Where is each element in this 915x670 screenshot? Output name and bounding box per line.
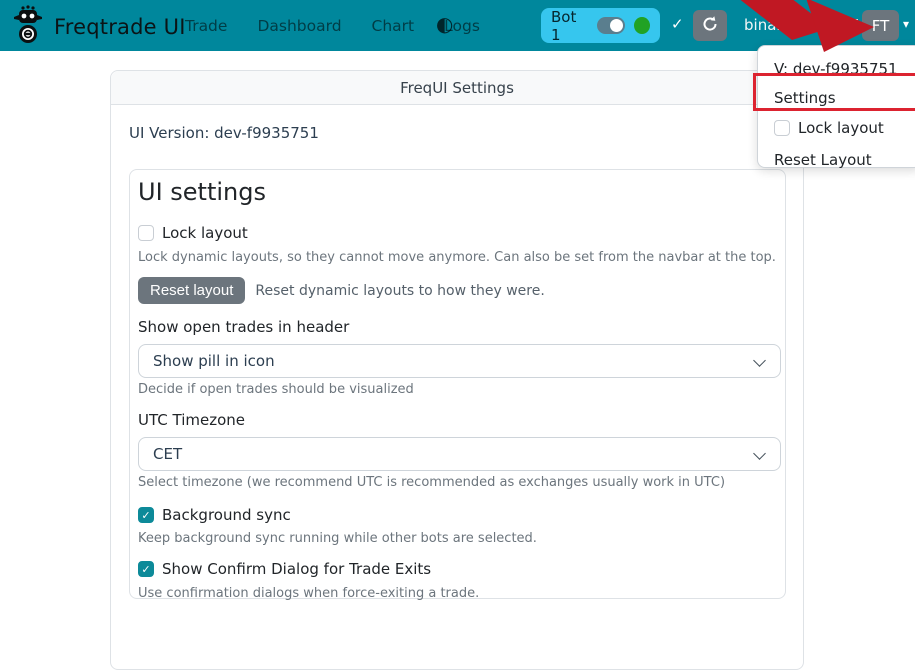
confirm-dialog-label: Show Confirm Dialog for Trade Exits — [162, 560, 431, 578]
check-icon: ✓ — [141, 510, 150, 521]
brand[interactable]: Freqtrade UI — [10, 5, 186, 49]
bot-selector[interactable]: Bot 1 — [541, 8, 660, 43]
theme-toggle-icon[interactable]: ◐ — [436, 12, 453, 36]
menu-item-version: V: dev-f9935751 — [758, 55, 915, 84]
user-avatar-button[interactable]: FT — [862, 10, 899, 41]
ui-version-label: UI Version: dev-f9935751 — [129, 124, 319, 142]
chevron-down-icon — [753, 447, 766, 460]
nav-item-dashboard[interactable]: Dashboard — [257, 17, 341, 35]
check-icon: ✓ — [141, 564, 150, 575]
reload-button[interactable] — [693, 10, 727, 41]
lock-layout-label: Lock layout — [162, 224, 248, 242]
nav-item-trade[interactable]: Trade — [185, 17, 227, 35]
open-trades-select[interactable]: Show pill in icon — [138, 344, 781, 378]
section-title: UI settings — [138, 178, 777, 206]
lock-layout-row[interactable]: ✓ Lock layout — [138, 224, 777, 242]
bot-toggle-switch[interactable] — [597, 17, 625, 34]
background-sync-row[interactable]: ✓ Background sync — [138, 506, 777, 524]
bot-name-label: Bot 1 — [551, 8, 588, 44]
toggle-knob — [610, 19, 623, 32]
timezone-select[interactable]: CET — [138, 437, 781, 471]
user-dropdown-menu: V: dev-f9935751 Settings ✓ Lock layout R… — [757, 45, 915, 168]
reset-layout-button[interactable]: Reset layout — [138, 277, 245, 304]
card-header: FreqUI Settings — [111, 71, 803, 105]
ui-settings-section: UI settings ✓ Lock layout Lock dynamic l… — [129, 169, 786, 599]
confirm-dialog-checkbox[interactable]: ✓ — [138, 561, 154, 577]
timezone-description: Select timezone (we recommend UTC is rec… — [138, 475, 777, 490]
background-sync-label: Background sync — [162, 506, 291, 524]
bot-online-indicator — [634, 17, 650, 34]
timezone-selected-value: CET — [153, 445, 182, 463]
menu-item-settings[interactable]: Settings — [758, 84, 915, 113]
brand-title: Freqtrade UI — [54, 15, 186, 39]
open-trades-selected-value: Show pill in icon — [153, 352, 275, 370]
lock-layout-menu-checkbox[interactable]: ✓ — [774, 120, 790, 136]
reset-layout-row: Reset layout Reset dynamic layouts to ho… — [138, 277, 777, 304]
background-sync-checkbox[interactable]: ✓ — [138, 507, 154, 523]
lock-layout-checkbox[interactable]: ✓ — [138, 225, 154, 241]
nav-item-chart[interactable]: Chart — [372, 17, 415, 35]
settings-card: FreqUI Settings UI Version: dev-f9935751… — [110, 70, 804, 670]
login-info-label: binance_USDT1 — [744, 16, 862, 34]
timezone-label: UTC Timezone — [138, 411, 777, 429]
caret-down-icon[interactable]: ▾ — [903, 17, 909, 31]
open-trades-description: Decide if open trades should be visualiz… — [138, 382, 777, 397]
reset-layout-description: Reset dynamic layouts to how they were. — [255, 283, 544, 299]
lock-layout-menu-label: Lock layout — [798, 119, 884, 137]
freqtrade-logo-icon — [10, 5, 46, 49]
chevron-down-icon — [753, 354, 766, 367]
reload-icon — [701, 15, 719, 37]
menu-item-lock-layout[interactable]: ✓ Lock layout — [758, 113, 915, 142]
background-sync-description: Keep background sync running while other… — [138, 531, 777, 546]
confirm-dialog-description: Use confirmation dialogs when force-exit… — [138, 586, 777, 601]
navbar: Freqtrade UI Trade Dashboard Chart Logs … — [0, 0, 915, 51]
menu-item-reset-layout[interactable]: Reset Layout — [758, 146, 915, 175]
open-trades-label: Show open trades in header — [138, 318, 777, 336]
lock-layout-description: Lock dynamic layouts, so they cannot mov… — [138, 250, 777, 265]
confirm-dialog-row[interactable]: ✓ Show Confirm Dialog for Trade Exits — [138, 560, 777, 578]
check-icon: ✓ — [671, 15, 684, 33]
